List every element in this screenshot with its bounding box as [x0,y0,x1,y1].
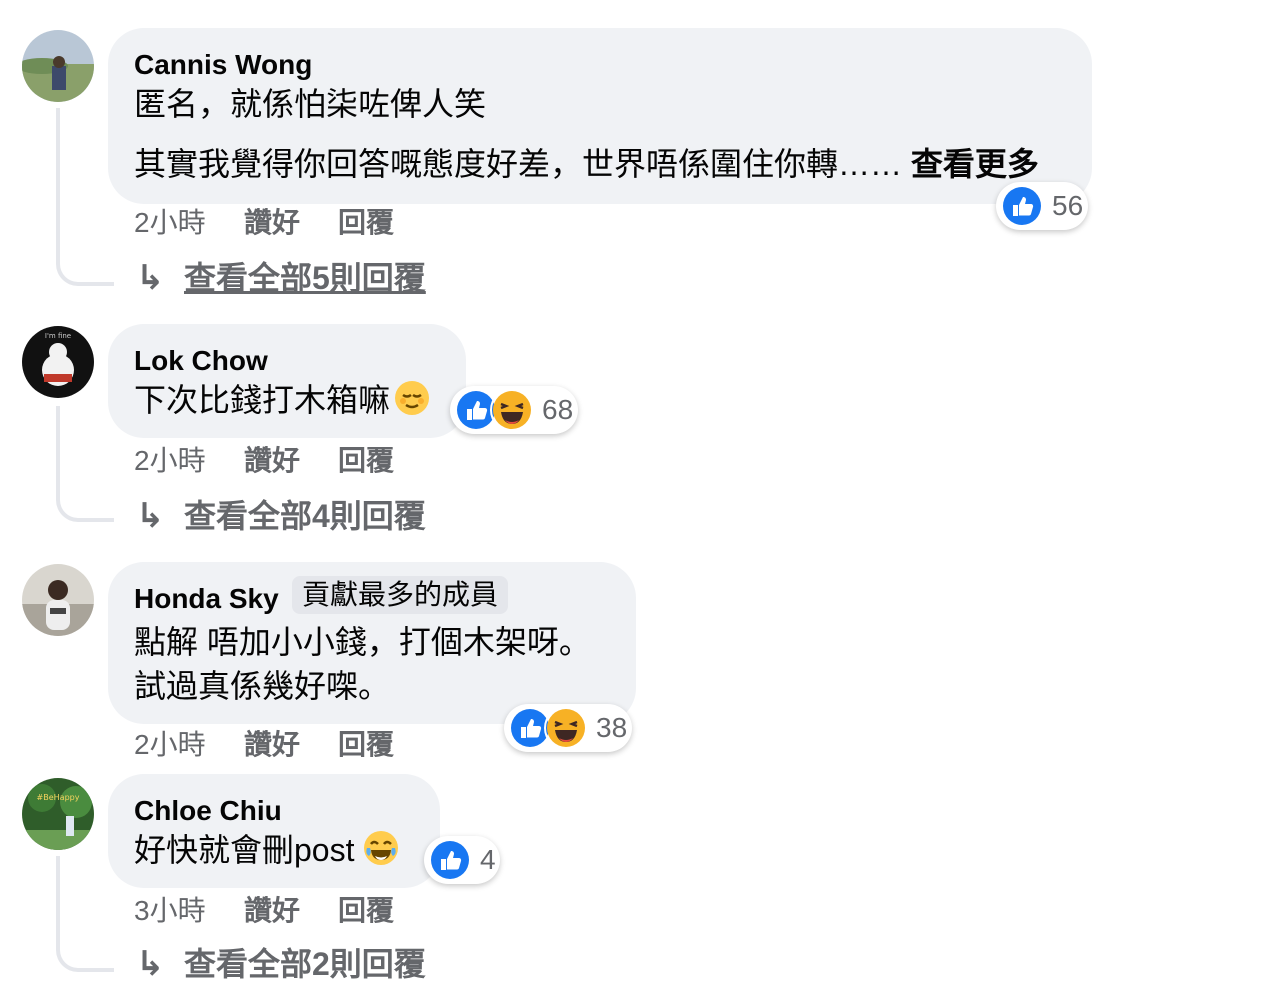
comment-text: 好快就會刪post [134,832,355,868]
reply-thread-line [56,108,114,286]
comment-author[interactable]: Chloe Chiu [134,794,282,828]
avatar[interactable]: I'm fine [22,326,94,398]
reaction-summary[interactable]: 68 [450,386,578,434]
comment-bubble: Chloe Chiu 好快就會刪post [108,774,440,888]
avatar[interactable]: #BeHappy [22,778,94,850]
comment-bubble: Lok Chow 下次比錢打木箱嘛 [108,324,466,438]
comment-text: 下次比錢打木箱嘛 [134,382,391,418]
comment-text-line: 匿名，就係怕柒咗俾人笑 [134,86,487,122]
comment-time[interactable]: 2小時 [134,206,206,240]
comment-text-line: 好快就會刪post [134,830,399,875]
reply-button[interactable]: 回覆 [338,444,394,478]
like-icon [428,838,472,882]
reply-arrow-icon: ↳ [136,945,165,983]
reply-button[interactable]: 回覆 [338,728,394,762]
reaction-count: 4 [480,844,496,875]
like-button[interactable]: 讚好 [244,206,300,240]
reaction-count: 68 [542,394,574,425]
top-contributor-badge[interactable]: 貢獻最多的成員 [292,576,509,614]
comment-text-line: 點解 唔加小小錢，打個木架呀。 [134,624,591,660]
comment-author[interactable]: Cannis Wong [134,48,312,82]
reply-arrow-icon: ↳ [136,497,165,535]
svg-text:#BeHappy: #BeHappy [37,793,80,802]
view-replies-link[interactable]: 查看全部2則回覆 [184,944,426,984]
avatar[interactable] [22,564,94,636]
comment-author[interactable]: Lok Chow [134,344,268,378]
comment-time[interactable]: 2小時 [134,444,206,478]
like-icon [1000,184,1044,228]
avatar[interactable] [22,30,94,102]
haha-icon [544,706,588,750]
reply-button[interactable]: 回覆 [338,894,394,928]
view-replies-link[interactable]: 查看全部5則回覆 [184,258,426,298]
comment-text-line-2: 試過真係幾好㗎。 [134,668,391,704]
comment-text-line: 下次比錢打木箱嘛 [134,380,430,425]
comment-text-line-2: 其實我覺得你回答嘅態度好差，世界唔係圍住你轉…… 查看更多 [134,144,1039,184]
relieved-face-emoji [394,380,430,425]
reaction-summary[interactable]: 38 [504,704,632,752]
reaction-summary[interactable]: 56 [996,182,1088,230]
reaction-summary[interactable]: 4 [424,836,500,884]
reaction-count: 38 [596,712,628,743]
like-button[interactable]: 讚好 [244,894,300,928]
reaction-count: 56 [1052,190,1084,221]
reply-thread-line [56,406,114,522]
comment-author[interactable]: Honda Sky [134,582,279,616]
like-button[interactable]: 讚好 [244,444,300,478]
comment-time[interactable]: 3小時 [134,894,206,928]
haha-icon [490,388,534,432]
comment-text: 其實我覺得你回答嘅態度好差，世界唔係圍住你轉…… [134,146,903,182]
comment-bubble: Honda Sky 貢獻最多的成員 點解 唔加小小錢，打個木架呀。 試過真係幾好… [108,562,636,724]
comment-time[interactable]: 2小時 [134,728,206,762]
tears-of-joy-emoji [363,830,399,875]
svg-text:I'm fine: I'm fine [45,332,71,340]
comment-bubble: Cannis Wong 匿名，就係怕柒咗俾人笑 其實我覺得你回答嘅態度好差，世界… [108,28,1092,204]
see-more-link[interactable]: 查看更多 [911,146,1039,182]
reply-thread-line [56,856,114,972]
reply-arrow-icon: ↳ [136,259,165,297]
reply-button[interactable]: 回覆 [338,206,394,240]
view-replies-link[interactable]: 查看全部4則回覆 [184,496,426,536]
like-button[interactable]: 讚好 [244,728,300,762]
